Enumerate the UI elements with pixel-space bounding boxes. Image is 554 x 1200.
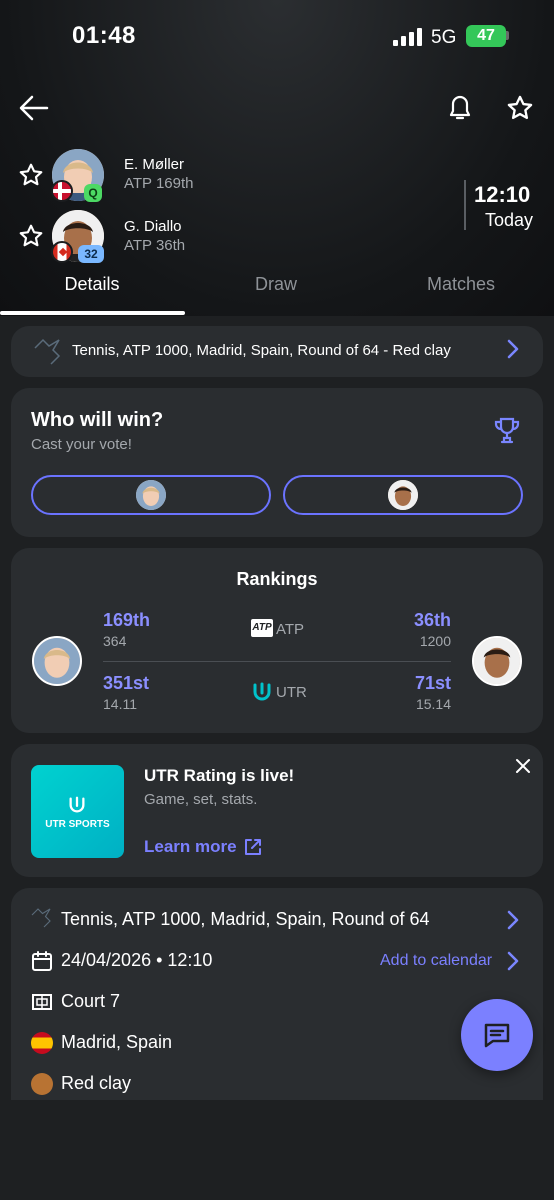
vote-player1-button[interactable]	[31, 475, 271, 515]
battery-tip	[506, 31, 509, 40]
player2-seed: 32	[84, 247, 98, 261]
learn-more-link[interactable]: Learn more	[144, 837, 263, 857]
player1-seed-badge: Q	[84, 184, 102, 202]
player2-avatar	[472, 636, 522, 686]
close-promo-button[interactable]	[511, 754, 535, 778]
time-divider	[464, 180, 466, 230]
utr-label: UTR	[276, 684, 307, 701]
match-time: 12:10	[474, 182, 531, 207]
star-icon	[19, 224, 43, 247]
signal-icon	[393, 28, 423, 46]
tournament-banner[interactable]: Tennis, ATP 1000, Madrid, Spain, Round o…	[11, 326, 543, 377]
battery-icon: 47	[466, 25, 506, 47]
add-to-calendar-link[interactable]: Add to calendar	[380, 952, 492, 970]
status-time: 01:48	[72, 22, 136, 49]
vote-player2-button[interactable]	[283, 475, 523, 515]
utr-p1-points: 14.11	[103, 696, 137, 712]
details-tournament[interactable]: Tennis, ATP 1000, Madrid, Spain, Round o…	[61, 909, 430, 930]
tab-indicator	[0, 311, 185, 315]
network-label: 5G	[431, 27, 457, 48]
rankings-title: Rankings	[236, 569, 318, 589]
trophy-icon	[493, 416, 521, 451]
match-day: Today	[485, 210, 534, 230]
details-date: 24/04/2026 • 12:10	[61, 950, 213, 970]
promo-title: UTR Rating is live!	[144, 766, 295, 785]
player1-avatar	[32, 636, 82, 686]
atp-label: ATP	[276, 621, 305, 638]
player1-avatar	[136, 480, 166, 510]
favorite-match-button[interactable]	[500, 88, 540, 128]
details-court: Court 7	[61, 991, 121, 1011]
star-icon	[507, 95, 533, 120]
utr-promo-card: UTR SPORTS UTR Rating is live! Game, set…	[11, 744, 543, 877]
atp-p1-rank: 169th	[103, 610, 151, 630]
rankings-divider	[103, 661, 451, 662]
spain-flag-icon	[31, 1032, 53, 1054]
player2-rank: ATP 36th	[124, 237, 186, 254]
favorite-player1-button[interactable]	[14, 158, 48, 192]
player1-rank: ATP 169th	[124, 175, 194, 192]
denmark-flag-icon	[51, 180, 73, 202]
atp-logo: ATP	[251, 619, 273, 637]
tab-matches[interactable]: Matches	[369, 274, 553, 295]
court-icon	[31, 991, 53, 1018]
utr-logo-icon	[251, 681, 273, 708]
chat-icon	[484, 1023, 510, 1048]
details-location: Madrid, Spain	[61, 1032, 173, 1052]
tab-draw[interactable]: Draw	[184, 274, 368, 295]
atp-p1-points: 364	[103, 633, 127, 649]
star-icon	[19, 163, 43, 186]
vote-title: Who will win?	[31, 409, 164, 431]
tab-details[interactable]: Details	[0, 274, 184, 295]
player2-seed-badge: 32	[78, 245, 104, 263]
calendar-icon	[31, 950, 53, 977]
close-icon	[516, 759, 530, 773]
atp-p2-rank: 36th	[413, 610, 451, 630]
rankings-card: Rankings 169th 364 ATP ATP 36th 1200 351…	[11, 548, 543, 733]
vote-subtitle: Cast your vote!	[31, 436, 132, 453]
player1-seed: Q	[88, 186, 98, 200]
learn-more-label: Learn more	[144, 837, 237, 856]
tournament-banner-label: Tennis, ATP 1000, Madrid, Spain, Round o…	[72, 342, 451, 359]
bell-icon	[449, 95, 471, 120]
favorite-player2-button[interactable]	[14, 219, 48, 253]
madrid-open-logo	[29, 906, 53, 930]
madrid-open-logo	[31, 336, 63, 368]
chat-button[interactable]	[461, 999, 533, 1071]
clay-surface-icon	[31, 1073, 53, 1095]
promo-subtitle: Game, set, stats.	[144, 791, 258, 808]
details-surface: Red clay	[61, 1073, 132, 1093]
canada-flag-icon	[51, 241, 73, 263]
utr-p2-rank: 71st	[414, 673, 451, 693]
utr-sports-logo: UTR SPORTS	[31, 765, 124, 858]
chevron-right-icon	[507, 951, 519, 976]
player1-name[interactable]: E. Møller	[124, 156, 184, 173]
chevron-right-icon	[507, 339, 519, 365]
utr-p2-points: 15.14	[415, 696, 451, 712]
arrow-left-icon	[19, 95, 49, 121]
utr-sports-logo-text: UTR SPORTS	[45, 819, 110, 830]
notification-button[interactable]	[440, 88, 480, 128]
external-link-icon	[244, 839, 261, 855]
utr-p1-rank: 351st	[103, 673, 150, 693]
player2-name[interactable]: G. Diallo	[124, 218, 182, 235]
match-details-card: Tennis, ATP 1000, Madrid, Spain, Round o…	[11, 888, 543, 1100]
atp-p2-points: 1200	[419, 633, 451, 649]
player2-avatar	[388, 480, 418, 510]
chevron-right-icon	[507, 910, 519, 935]
back-button[interactable]	[14, 88, 54, 128]
